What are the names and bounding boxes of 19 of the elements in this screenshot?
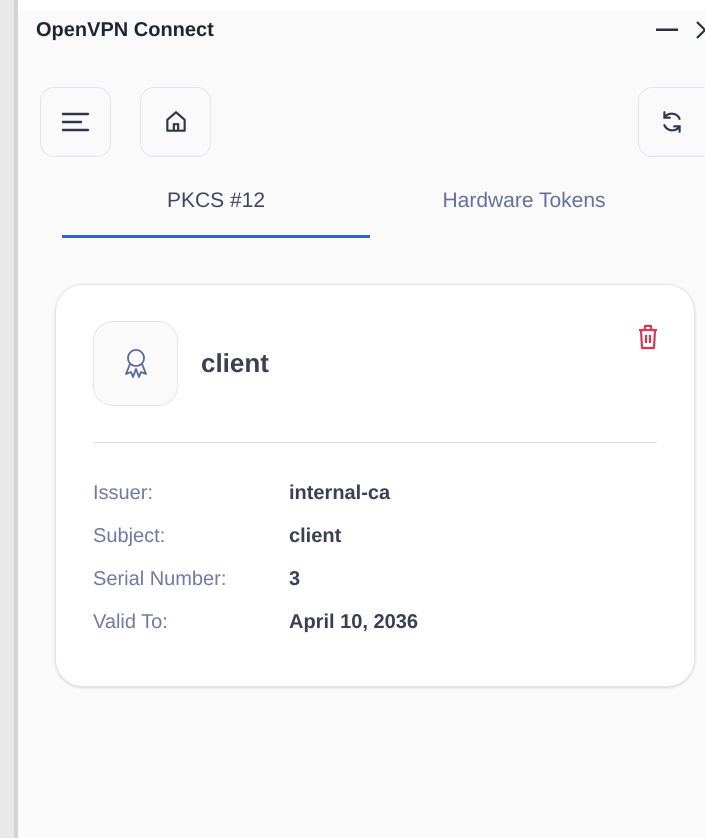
refresh-button[interactable] [638,87,705,157]
field-label: Valid To: [93,610,169,634]
close-icon[interactable] [696,21,705,39]
field-value: client [289,524,342,548]
minimize-icon[interactable] [656,28,678,32]
tab[interactable]: PKCS #12 [62,185,370,238]
field-label: Serial Number: [93,566,228,592]
certificate-name: client [201,346,269,380]
menu-button[interactable] [40,87,111,157]
home-button[interactable] [140,87,211,157]
field-label: Subject: [93,524,166,548]
trash-icon[interactable] [637,324,659,350]
field-label: Issuer: [93,480,154,506]
tab[interactable]: Hardware Tokens [370,185,678,238]
field-value: internal-ca [289,480,390,506]
window-title: OpenVPN Connect [36,18,214,43]
field-value: 3 [289,566,300,592]
menu-icon [60,111,90,133]
field-value: April 10, 2036 [289,610,418,634]
